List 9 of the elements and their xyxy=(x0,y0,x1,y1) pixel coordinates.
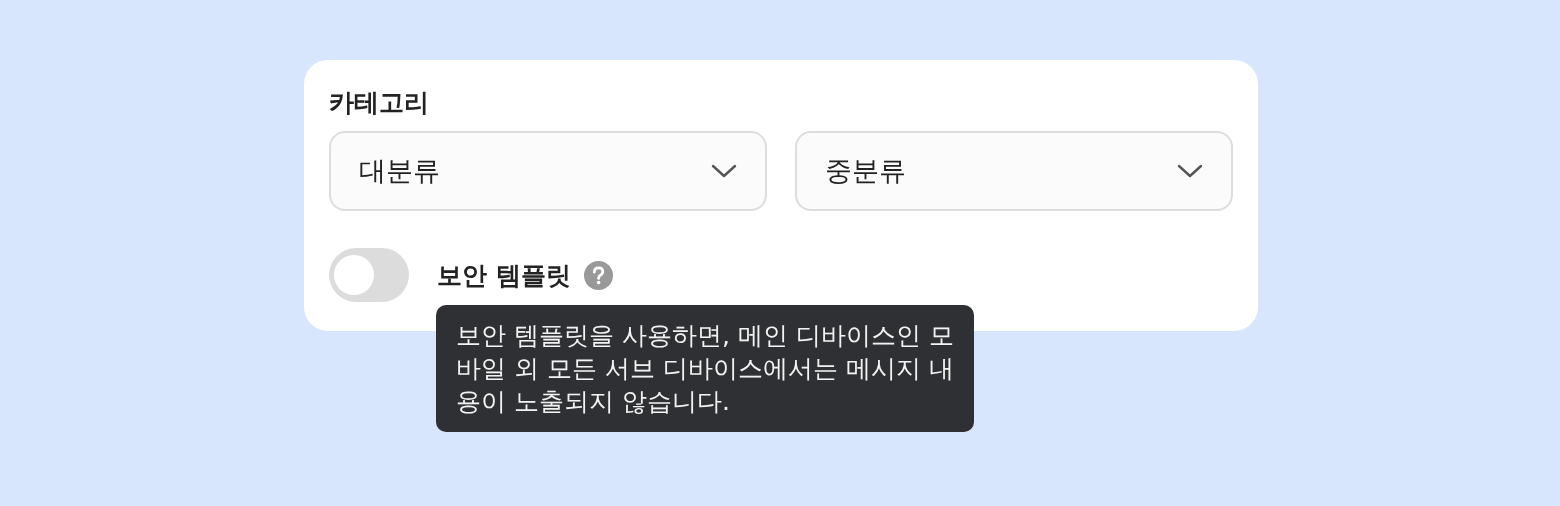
secure-template-label: 보안 템플릿 xyxy=(437,259,571,292)
toggle-switch[interactable] xyxy=(329,248,409,302)
help-icon[interactable] xyxy=(583,260,613,290)
category-dropdown[interactable]: 중분류 xyxy=(795,131,1233,211)
tooltip-text: 보안 템플릿을 사용하면, 메인 디바이스인 모바일 외 모든 서브 디바이스에서는 메시지 내용이 노출되지 않습니다. xyxy=(436,305,974,432)
category-dropdown[interactable]: 대분류 xyxy=(329,131,767,211)
chevron-down-icon xyxy=(1177,163,1203,179)
chevron-down-icon xyxy=(711,163,737,179)
category-label: 카테고리 xyxy=(329,87,430,119)
